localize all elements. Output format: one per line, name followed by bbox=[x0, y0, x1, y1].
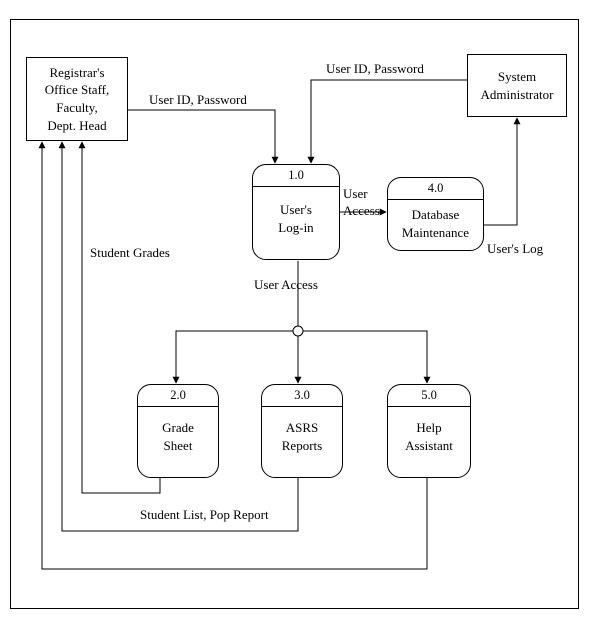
entity-sysadmin: System Administrator bbox=[467, 54, 567, 117]
process-name: Help Assistant bbox=[388, 407, 470, 460]
process-2-gradesheet: 2.0 Grade Sheet bbox=[137, 384, 219, 478]
diagram-canvas: Registrar's Office Staff, Faculty, Dept.… bbox=[0, 0, 589, 619]
process-id: 4.0 bbox=[388, 178, 483, 200]
flow-label-student-list: Student List, Pop Report bbox=[140, 507, 269, 523]
process-id: 2.0 bbox=[138, 385, 218, 407]
entity-registrar: Registrar's Office Staff, Faculty, Dept.… bbox=[26, 57, 128, 141]
process-5-help: 5.0 Help Assistant bbox=[387, 384, 471, 478]
process-id: 1.0 bbox=[253, 165, 339, 187]
process-name: Grade Sheet bbox=[138, 407, 218, 460]
flow-label-user-access-2: User Access bbox=[254, 277, 318, 293]
process-name: Database Maintenance bbox=[388, 200, 483, 247]
flow-label-users-log: User's Log bbox=[487, 241, 543, 257]
flow-label-userid-1: User ID, Password bbox=[149, 92, 247, 108]
flow-label-student-grades: Student Grades bbox=[90, 245, 170, 261]
process-id: 3.0 bbox=[262, 385, 342, 407]
flow-label-user-access-1: User Access bbox=[343, 186, 380, 220]
process-name: User's Log-in bbox=[253, 187, 339, 242]
flow-label-userid-2: User ID, Password bbox=[326, 61, 424, 77]
process-name: ASRS Reports bbox=[262, 407, 342, 460]
process-id: 5.0 bbox=[388, 385, 470, 407]
process-4-dbmaint: 4.0 Database Maintenance bbox=[387, 177, 484, 251]
process-1-login: 1.0 User's Log-in bbox=[252, 164, 340, 260]
process-3-asrs: 3.0 ASRS Reports bbox=[261, 384, 343, 478]
